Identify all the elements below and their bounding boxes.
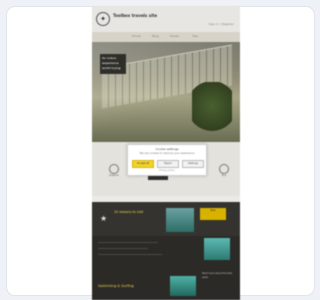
- lower-section: Read more about the best spots Swimming …: [92, 236, 240, 300]
- nav-item-blog[interactable]: Blog: [152, 34, 159, 38]
- feature-image[interactable]: [166, 208, 194, 232]
- cookie-title: Cookie settings: [155, 147, 179, 151]
- site-header: ✦ Toolbox travels site Sign in / Registe…: [92, 6, 240, 32]
- article-title[interactable]: Swimming & Surfing: [98, 284, 138, 289]
- main-nav: Home Blog Travel Tips: [92, 32, 240, 42]
- cookie-consent-dialog: Cookie settings We use cookies to improv…: [127, 144, 207, 176]
- cookie-settings-button[interactable]: Settings: [182, 160, 204, 168]
- site-title[interactable]: Toolbox travels site: [113, 13, 157, 18]
- hero-label[interactable]: An indoor experience worth trying: [100, 54, 126, 74]
- cookie-text: We use cookies to improve your experienc…: [139, 152, 195, 155]
- feature-band: ★ 10 reasons to visit New: [92, 202, 240, 236]
- divider: [98, 254, 162, 255]
- plane-icon: [219, 164, 229, 174]
- hero-image: An indoor experience worth trying: [92, 42, 240, 142]
- header-account-link[interactable]: Sign in / Register: [208, 22, 234, 26]
- logo-icon[interactable]: ✦: [96, 12, 110, 26]
- category-label: Explore: [109, 174, 119, 177]
- article-text: Read more about the best spots: [202, 272, 233, 279]
- website-screenshot: ✦ Toolbox travels site Sign in / Registe…: [92, 6, 240, 300]
- divider: [98, 248, 148, 249]
- nav-item-tips[interactable]: Tips: [192, 34, 198, 38]
- accept-cookies-button[interactable]: Accept all: [132, 160, 154, 168]
- feature-title[interactable]: 10 reasons to visit: [114, 210, 150, 215]
- privacy-policy-link[interactable]: Privacy policy: [128, 169, 206, 172]
- category-explore[interactable]: Explore: [104, 164, 124, 180]
- article-image[interactable]: [170, 276, 196, 296]
- reject-cookies-button[interactable]: Reject: [157, 160, 179, 168]
- category-tour[interactable]: Tour: [214, 164, 234, 180]
- nav-item-home[interactable]: Home: [132, 34, 141, 38]
- divider: [98, 242, 158, 243]
- article-image[interactable]: [204, 238, 230, 260]
- feature-tag: New: [200, 208, 226, 220]
- category-label: Tour: [221, 174, 227, 177]
- nav-item-travel[interactable]: Travel: [170, 34, 179, 38]
- hero-plants: [192, 82, 232, 142]
- compass-icon: [109, 164, 119, 174]
- star-icon: ★: [100, 214, 108, 223]
